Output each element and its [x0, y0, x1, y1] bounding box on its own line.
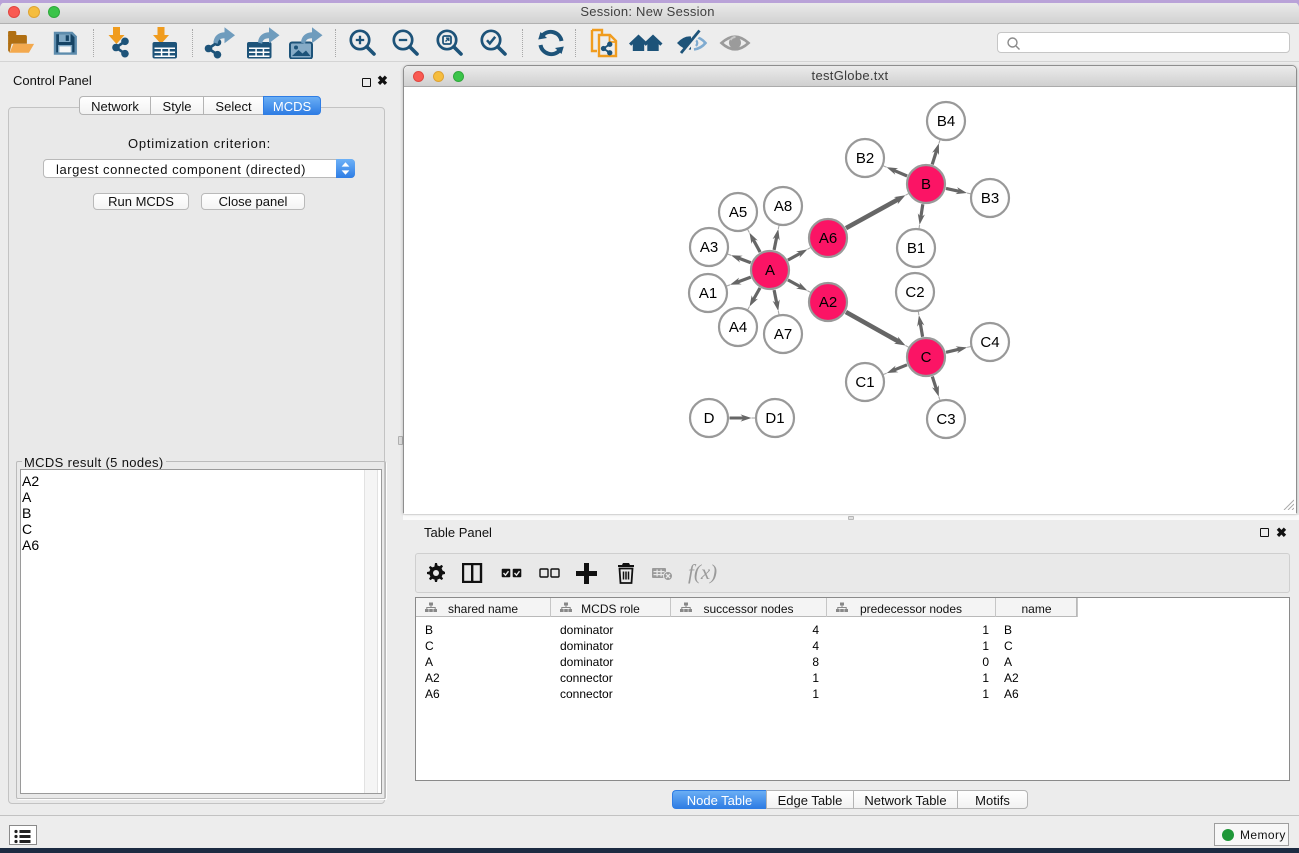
- svg-text:B1: B1: [907, 240, 925, 257]
- svg-text:A1: A1: [699, 285, 717, 302]
- svg-text:A3: A3: [700, 239, 718, 256]
- svg-text:C: C: [921, 349, 932, 366]
- svg-text:A4: A4: [729, 319, 747, 336]
- svg-text:D: D: [704, 410, 715, 427]
- svg-text:C4: C4: [980, 334, 999, 351]
- svg-text:C3: C3: [936, 411, 955, 428]
- svg-text:A8: A8: [774, 198, 792, 215]
- svg-text:A2: A2: [819, 294, 837, 311]
- svg-text:A7: A7: [774, 326, 792, 343]
- svg-text:A: A: [765, 262, 775, 279]
- svg-text:A6: A6: [819, 230, 837, 247]
- svg-text:B2: B2: [856, 150, 874, 167]
- svg-text:C1: C1: [855, 374, 874, 391]
- svg-text:B: B: [921, 176, 931, 193]
- svg-text:D1: D1: [765, 410, 784, 427]
- svg-text:B3: B3: [981, 190, 999, 207]
- svg-text:B4: B4: [937, 113, 955, 130]
- svg-text:C2: C2: [905, 284, 924, 301]
- svg-text:A5: A5: [729, 204, 747, 221]
